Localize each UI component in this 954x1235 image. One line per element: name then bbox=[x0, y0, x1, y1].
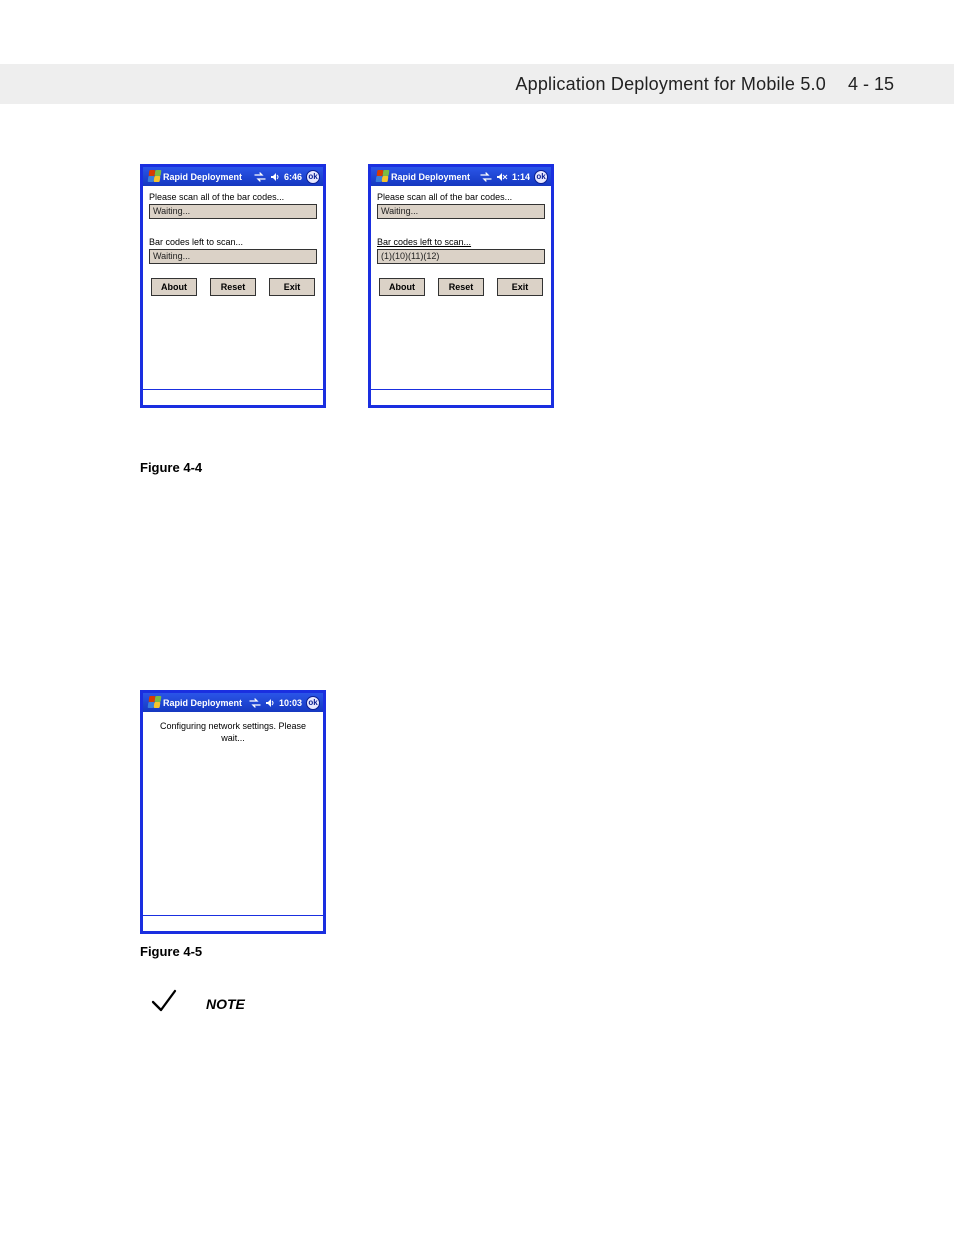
button-row: About Reset Exit bbox=[377, 278, 545, 296]
connectivity-icon bbox=[249, 698, 261, 708]
device-screenshot-3: Rapid Deployment 10:03 ok Configuring ne… bbox=[140, 690, 326, 934]
bottom-bar bbox=[143, 389, 323, 405]
scan-prompt-label: Please scan all of the bar codes... bbox=[149, 192, 317, 202]
bottom-bar bbox=[143, 915, 323, 931]
ok-button[interactable]: ok bbox=[534, 170, 548, 184]
button-row: About Reset Exit bbox=[149, 278, 317, 296]
note-row: NOTE bbox=[150, 988, 245, 1019]
exit-button[interactable]: Exit bbox=[497, 278, 543, 296]
barcodes-left-field: (1)(10)(11)(12) bbox=[377, 249, 545, 264]
bottom-bar bbox=[371, 389, 551, 405]
client-area: Please scan all of the bar codes... Wait… bbox=[371, 186, 551, 389]
barcodes-left-label: Bar codes left to scan... bbox=[377, 237, 545, 247]
header-title: Application Deployment for Mobile 5.0 bbox=[515, 74, 826, 95]
window-titlebar: Rapid Deployment 1:14 ok bbox=[371, 167, 551, 186]
ok-button[interactable]: ok bbox=[306, 170, 320, 184]
reset-button[interactable]: Reset bbox=[438, 278, 484, 296]
client-area: Configuring network settings. Please wai… bbox=[143, 712, 323, 915]
window-title: Rapid Deployment bbox=[391, 172, 477, 182]
figure-caption-4-4: Figure 4-4 bbox=[140, 460, 202, 475]
windows-flag-icon bbox=[146, 170, 160, 183]
connectivity-icon bbox=[254, 172, 266, 182]
connectivity-icon bbox=[480, 172, 492, 182]
scan-prompt-label: Please scan all of the bar codes... bbox=[377, 192, 545, 202]
page-header: Application Deployment for Mobile 5.0 4 … bbox=[0, 64, 954, 104]
figure-caption-4-5: Figure 4-5 bbox=[140, 944, 202, 959]
scan-status-field: Waiting... bbox=[377, 204, 545, 219]
about-button[interactable]: About bbox=[379, 278, 425, 296]
device-screenshot-1: Rapid Deployment 6:46 ok Please scan all… bbox=[140, 164, 326, 408]
clock-time: 10:03 bbox=[279, 698, 302, 708]
volume-icon bbox=[270, 172, 280, 182]
configuring-message: Configuring network settings. Please wai… bbox=[149, 720, 317, 744]
exit-button[interactable]: Exit bbox=[269, 278, 315, 296]
window-titlebar: Rapid Deployment 6:46 ok bbox=[143, 167, 323, 186]
device-screenshot-2: Rapid Deployment 1:14 ok Please scan all… bbox=[368, 164, 554, 408]
checkmark-icon bbox=[150, 988, 178, 1019]
window-title: Rapid Deployment bbox=[163, 172, 251, 182]
barcodes-left-label: Bar codes left to scan... bbox=[149, 237, 317, 247]
window-titlebar: Rapid Deployment 10:03 ok bbox=[143, 693, 323, 712]
note-label: NOTE bbox=[206, 996, 245, 1012]
header-page-number: 4 - 15 bbox=[848, 74, 894, 95]
about-button[interactable]: About bbox=[151, 278, 197, 296]
client-area: Please scan all of the bar codes... Wait… bbox=[143, 186, 323, 389]
scan-status-field: Waiting... bbox=[149, 204, 317, 219]
windows-flag-icon bbox=[374, 170, 388, 183]
ok-button[interactable]: ok bbox=[306, 696, 320, 710]
volume-icon bbox=[265, 698, 275, 708]
windows-flag-icon bbox=[146, 696, 160, 709]
clock-time: 6:46 bbox=[284, 172, 302, 182]
reset-button[interactable]: Reset bbox=[210, 278, 256, 296]
volume-mute-icon bbox=[496, 172, 508, 182]
barcodes-left-field: Waiting... bbox=[149, 249, 317, 264]
clock-time: 1:14 bbox=[512, 172, 530, 182]
window-title: Rapid Deployment bbox=[163, 698, 246, 708]
